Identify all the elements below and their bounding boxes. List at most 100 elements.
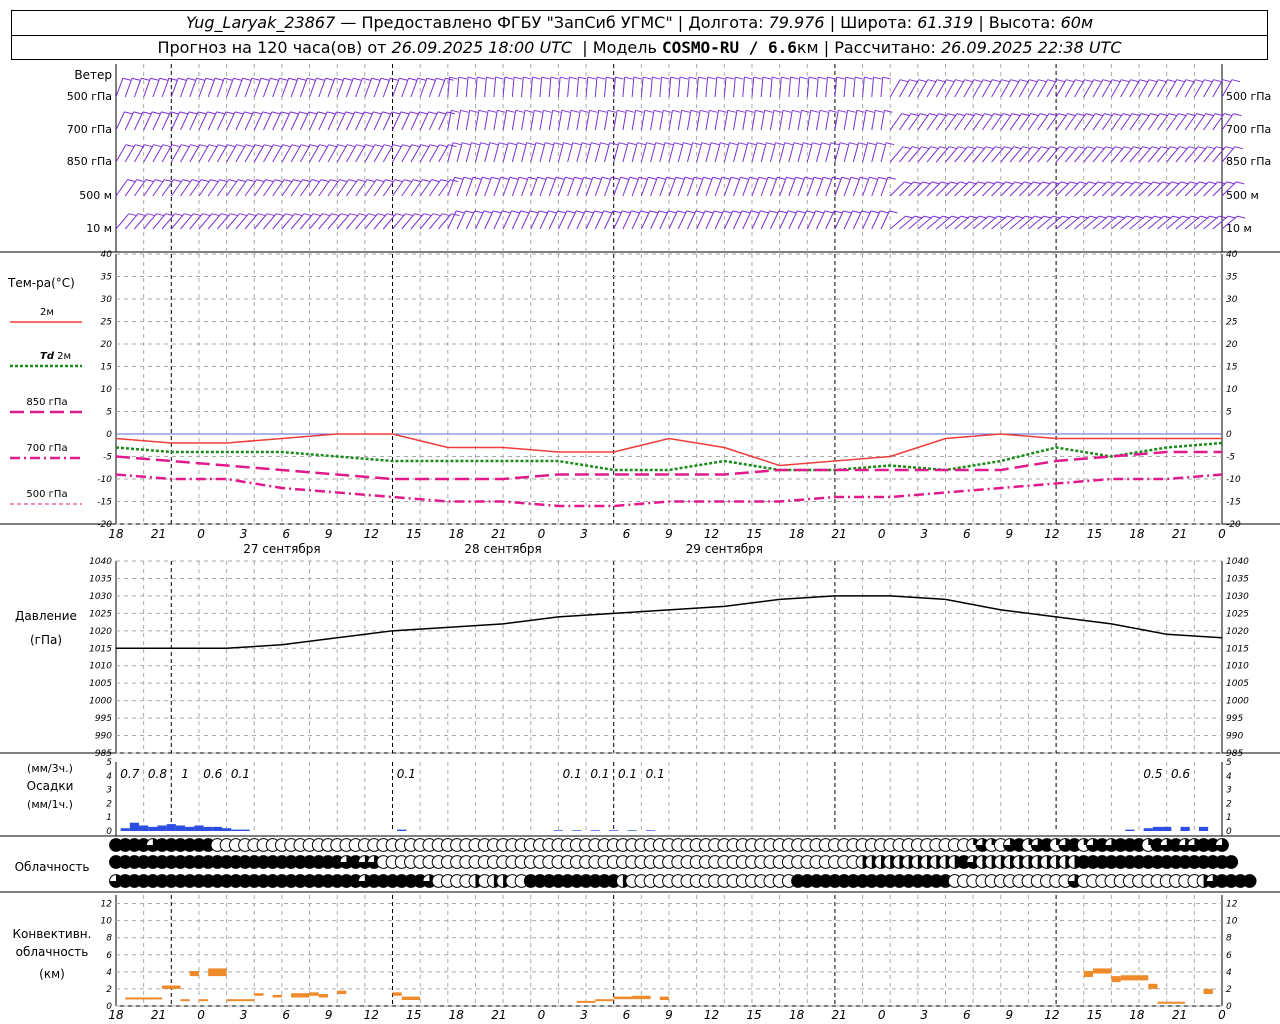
wind-barb-flag [489, 142, 498, 146]
wind-barb-flag [271, 111, 281, 115]
wind-barb [364, 179, 377, 197]
wind-barb [355, 179, 368, 197]
wind-barb [1046, 215, 1063, 230]
wind-barb [539, 77, 543, 98]
wind-barb-flag [141, 77, 150, 81]
wind-barb [1157, 79, 1168, 98]
wind-barb-flag [1124, 146, 1133, 150]
wind-barb [806, 210, 817, 230]
wind-barb-flag [600, 142, 609, 146]
convective-cloud-segment [226, 999, 255, 1002]
wind-barb [1175, 113, 1188, 131]
wind-barb-flag [672, 109, 681, 113]
convective-cloud-segment [1203, 988, 1213, 995]
wind-barb-flag [245, 144, 254, 148]
wind-barb-flag [405, 213, 414, 217]
temp-panel-ytick-left: 5 [106, 408, 112, 418]
wind-barb [585, 210, 595, 230]
wind-barb-flag [766, 142, 775, 146]
wind-barb [668, 110, 673, 131]
pressure-panel-ytick-right: 1005 [1226, 679, 1249, 689]
wind-barb [539, 142, 546, 163]
precip-ytick-right: 2 [1226, 799, 1232, 809]
wind-barb [613, 110, 618, 131]
wind-barb [530, 110, 535, 131]
wind-barb [474, 210, 485, 230]
wind-barb-flag [343, 77, 353, 81]
wind-barb-flag [383, 144, 393, 148]
convective-cloud-segment [576, 1000, 596, 1003]
wind-barb [1092, 215, 1109, 230]
convective-cloud-segment [401, 996, 421, 1001]
wind-barb [484, 177, 492, 197]
wind-barb-flag [1067, 113, 1076, 117]
pressure-panel-ytick-left: 1005 [89, 679, 112, 689]
wind-barb [1083, 215, 1100, 230]
wind-barb-flag [873, 76, 882, 80]
wind-barb-flag [463, 176, 472, 180]
wind-barb-flag [422, 179, 431, 183]
wind-barb-flag [1030, 113, 1039, 117]
wind-barb-flag [403, 179, 413, 183]
wind-barb-flag [539, 210, 548, 214]
convective-cloud-segment [189, 970, 199, 977]
wind-barb-flag [1213, 79, 1222, 83]
wind-barb-flag [714, 210, 723, 214]
wind-barb [493, 210, 503, 230]
wind-barb-flag [162, 144, 171, 148]
wind-barb [484, 142, 491, 163]
wind-barb-flag [864, 76, 873, 80]
wind-barb [299, 78, 308, 98]
wind-barb [511, 210, 522, 230]
wind-barb [355, 111, 365, 131]
wind-barb-flag [513, 76, 523, 80]
precip-ytick-left: 4 [106, 772, 112, 782]
wind-barb-flag [199, 144, 208, 148]
wind-barb [945, 79, 956, 98]
precip-bar [553, 830, 564, 831]
wind-barb-flag [1178, 113, 1187, 117]
wind-level-label-right: 500 м [1226, 189, 1259, 202]
wind-barb-flag [1233, 113, 1242, 117]
wind-barb-flag [486, 76, 495, 80]
wind-barb-flag [242, 77, 251, 81]
wind-barb [945, 113, 958, 131]
wind-barb-flag [1087, 146, 1096, 150]
wind-barb [299, 144, 311, 163]
wind-barb [521, 142, 528, 163]
bottom-xtick: 9 [1005, 1008, 1013, 1022]
wind-barb-flag [1113, 113, 1122, 117]
wind-barb-flag [339, 179, 348, 183]
precip-bar [1198, 826, 1209, 831]
wind-barb [189, 111, 199, 131]
wind-barb-flag [420, 144, 430, 148]
cloud-cover-symbol [1224, 855, 1239, 869]
temp-day-label: 29 сентября [686, 542, 763, 556]
wind-barb-flag [927, 79, 936, 83]
wind-barb-flag [975, 113, 984, 117]
wind-barb [318, 179, 331, 197]
temp-xtick: 0 [1218, 527, 1226, 541]
wind-barb [1138, 113, 1151, 131]
wind-barb [677, 77, 681, 98]
temp-day-label: 27 сентября [243, 542, 320, 556]
wind-barb-flag [202, 213, 211, 217]
wind-barb-flag [561, 109, 570, 113]
wind-barb-flag [644, 109, 653, 113]
wind-barb [1055, 113, 1068, 131]
wind-barb [622, 210, 632, 230]
wind-barb [511, 77, 515, 98]
wind-barb-flag [1056, 79, 1066, 83]
convective-cloud-segment [254, 993, 264, 996]
temp-xtick: 0 [197, 527, 205, 541]
precip-ytick-right: 3 [1226, 786, 1232, 796]
temp-panel-ytick-right: 15 [1226, 363, 1238, 373]
temp-panel-ytick-right: 25 [1226, 318, 1238, 328]
wind-barb-flag [583, 176, 592, 180]
wind-barb-flag [509, 176, 519, 180]
temp-xtick: 12 [1044, 527, 1059, 541]
bottom-xtick: 21 [832, 1008, 847, 1022]
temp-xtick: 3 [240, 527, 248, 541]
wind-barb [1037, 79, 1049, 98]
wind-barb [1028, 215, 1045, 230]
